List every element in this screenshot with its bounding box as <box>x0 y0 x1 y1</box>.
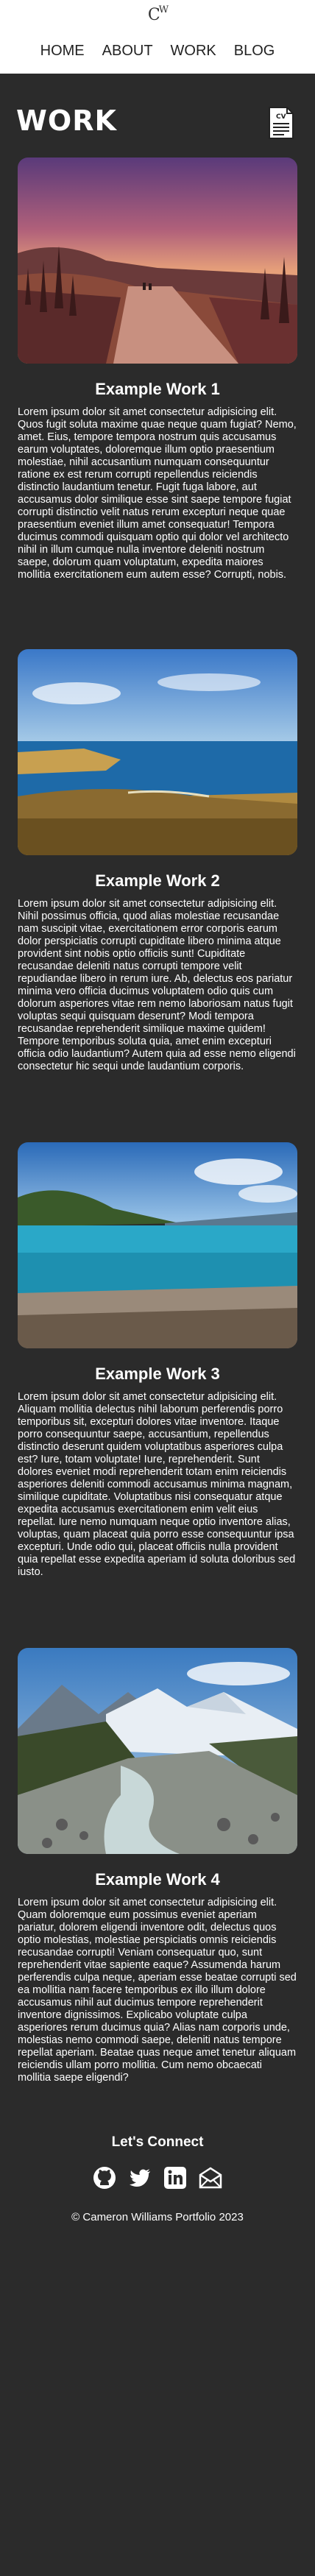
work-description: Lorem ipsum dolor sit amet consectetur a… <box>18 1391 296 1578</box>
work-title: Example Work 2 <box>95 871 220 890</box>
work-image-lake[interactable] <box>18 1142 297 1348</box>
svg-text:CV: CV <box>276 113 286 121</box>
social-links <box>0 2165 315 2190</box>
work-title: Example Work 1 <box>95 380 220 398</box>
work-item-4: Example Work 4 Lorem ipsum dolor sit ame… <box>18 1648 297 2084</box>
work-description: Lorem ipsum dolor sit amet consectetur a… <box>18 898 296 1072</box>
connect-section: Let's Connect <box>0 2134 315 2190</box>
cv-download-icon[interactable]: CV <box>266 106 296 140</box>
work-item-3: Example Work 3 Lorem ipsum dolor sit ame… <box>18 1142 297 1579</box>
work-image-coast-cliffs[interactable] <box>18 649 297 855</box>
work-title: Example Work 4 <box>95 1870 220 1889</box>
work-description: Lorem ipsum dolor sit amet consectetur a… <box>18 1897 297 2084</box>
work-description: Lorem ipsum dolor sit amet consectetur a… <box>18 406 297 581</box>
work-item-1: Example Work 1 Lorem ipsum dolor sit ame… <box>18 158 297 581</box>
work-title: Example Work 3 <box>95 1365 220 1383</box>
site-header: CW HOME ABOUT WORK BLOG <box>0 0 315 74</box>
nav-about[interactable]: ABOUT <box>93 43 162 60</box>
connect-title: Let's Connect <box>111 2134 204 2150</box>
work-image-path-sunset[interactable] <box>18 158 297 364</box>
main-nav: HOME ABOUT WORK BLOG <box>0 43 315 60</box>
nav-work[interactable]: WORK <box>162 43 225 60</box>
nav-blog[interactable]: BLOG <box>225 43 284 60</box>
email-icon[interactable] <box>198 2165 223 2190</box>
footer-copyright: © Cameron Williams Portfolio 2023 <box>71 2211 244 2223</box>
work-image-mountain-river[interactable] <box>18 1648 297 1854</box>
linkedin-icon[interactable] <box>163 2165 188 2190</box>
page-heading-row: WORK CV <box>0 105 315 150</box>
site-logo[interactable]: CW <box>0 4 315 24</box>
twitter-icon[interactable] <box>127 2165 152 2190</box>
nav-home[interactable]: HOME <box>32 43 93 60</box>
page-title: WORK <box>16 105 117 137</box>
work-item-2: Example Work 2 Lorem ipsum dolor sit ame… <box>18 649 297 1073</box>
github-icon[interactable] <box>92 2165 117 2190</box>
